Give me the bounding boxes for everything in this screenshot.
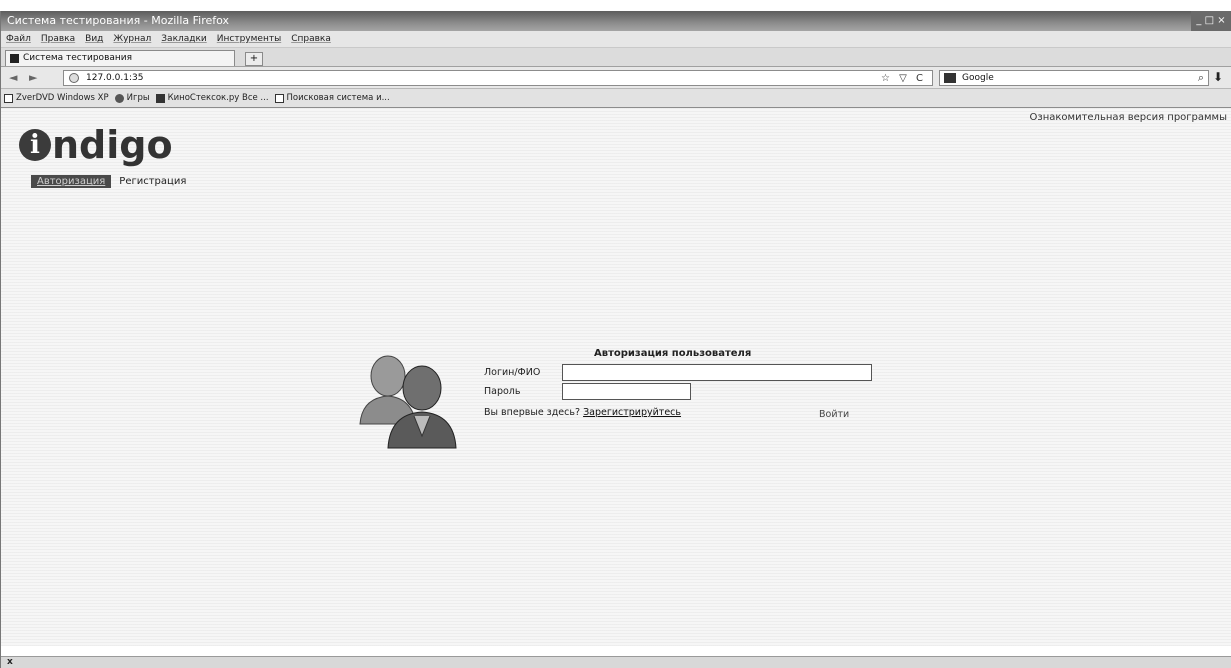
first-time-line: Вы впервые здесь? Зарегистрируйтесь [484, 407, 681, 418]
users-icon [359, 355, 457, 449]
url-text: 127.0.0.1:35 [86, 73, 144, 83]
page-content: i ndigo Ознакомительная версия программы… [1, 108, 1231, 646]
bookmark-label: Игры [126, 93, 150, 103]
site-identity-icon[interactable] [69, 73, 79, 83]
menu-edit[interactable]: Правка [41, 34, 75, 44]
menu-tools[interactable]: Инструменты [217, 34, 281, 44]
search-page-icon [274, 93, 284, 103]
password-row: Пароль [484, 383, 691, 400]
menu-history[interactable]: Журнал [113, 34, 151, 44]
close-icon[interactable]: x [7, 657, 13, 667]
title-bar: Система тестирования - Mozilla Firefox _… [1, 11, 1231, 31]
menu-help[interactable]: Справка [291, 34, 331, 44]
first-time-text: Вы впервые здесь? [484, 407, 581, 418]
password-field[interactable] [562, 383, 691, 400]
search-icon[interactable]: ⌕ [1198, 71, 1204, 85]
enter-button[interactable]: Войти [819, 409, 849, 420]
bookmark-search-system[interactable]: Поисковая система и... [274, 93, 390, 103]
demo-version-note: Ознакомительная версия программы [1029, 112, 1227, 123]
games-icon [114, 93, 124, 103]
url-bar[interactable]: 127.0.0.1:35 ☆ ▽ C [63, 70, 933, 86]
nav-authorization[interactable]: Авторизация [31, 175, 112, 188]
bookmark-label: КиноСтексок.ру Все ... [167, 93, 269, 103]
navigation-bar: ◄ ► 127.0.0.1:35 ☆ ▽ C Google ⌕ ⬇ [1, 67, 1231, 89]
login-row: Логин/ФИО [484, 364, 872, 381]
menu-file[interactable]: Файл [6, 34, 31, 44]
browser-window: Система тестирования - Mozilla Firefox _… [0, 11, 1231, 668]
bookmark-label: ZverDVD Windows XP [16, 93, 109, 103]
logo-text: ndigo [52, 123, 173, 167]
menu-view[interactable]: Вид [85, 34, 103, 44]
password-label: Пароль [484, 386, 521, 397]
login-label: Логин/ФИО [484, 367, 541, 378]
menu-bar: Файл Правка Вид Журнал Закладки Инструме… [1, 31, 1231, 48]
logo-i-icon: i [19, 129, 51, 161]
search-placeholder: Google [962, 73, 994, 83]
new-tab-button[interactable]: + [245, 52, 263, 66]
film-icon [155, 93, 165, 103]
bookmark-kinostexok[interactable]: КиноСтексок.ру Все ... [155, 93, 269, 103]
indigo-logo: i ndigo [19, 126, 173, 164]
login-title: Авторизация пользователя [594, 348, 752, 359]
back-icon[interactable]: ◄ [9, 71, 17, 84]
search-engine-icon[interactable] [944, 73, 956, 83]
bookmark-zverdvd[interactable]: ZverDVD Windows XP [4, 93, 109, 103]
download-icon[interactable]: ⬇ [1213, 70, 1223, 84]
register-link[interactable]: Зарегистрируйтесь [583, 407, 681, 418]
status-bar: x [1, 656, 1231, 668]
page-favicon-icon [10, 54, 19, 63]
menu-bookmarks[interactable]: Закладки [161, 34, 207, 44]
bookmark-star-reload-icons[interactable]: ☆ ▽ C [881, 72, 926, 86]
page-nav: Авторизация Регистрация [31, 175, 186, 188]
bookmark-label: Поисковая система и... [286, 93, 390, 103]
forward-icon[interactable]: ► [29, 71, 37, 84]
bookmark-games[interactable]: Игры [114, 93, 150, 103]
tab-strip: Система тестирования + [1, 48, 1231, 67]
window-controls[interactable]: _ □ × [1191, 11, 1231, 31]
bookmarks-bar: ZverDVD Windows XP Игры КиноСтексок.ру В… [1, 89, 1231, 108]
search-bar[interactable]: Google ⌕ [939, 70, 1209, 86]
tab-testing-system[interactable]: Система тестирования [5, 50, 235, 66]
login-field[interactable] [562, 364, 872, 381]
tab-label: Система тестирования [23, 53, 133, 63]
nav-registration[interactable]: Регистрация [119, 176, 186, 187]
window-title: Система тестирования - Mozilla Firefox [7, 14, 230, 27]
page-icon [4, 93, 13, 103]
